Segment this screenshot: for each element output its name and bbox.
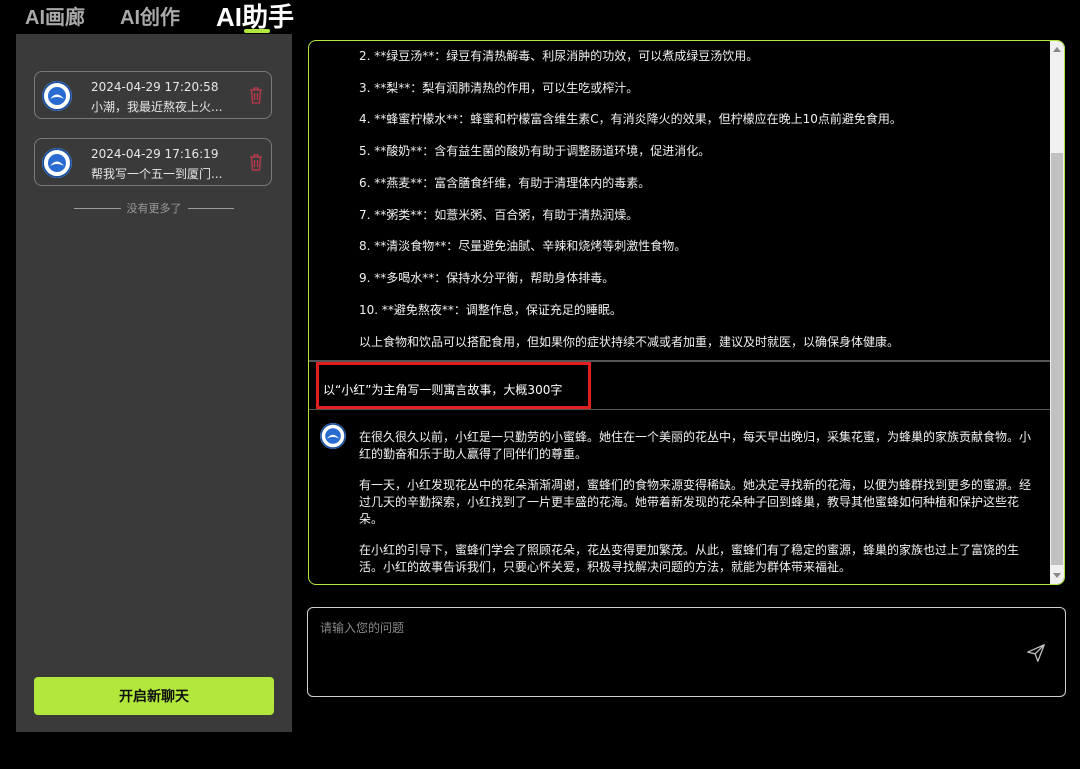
send-icon[interactable] — [1025, 642, 1047, 664]
paragraph: 在小红的引导下，蜜蜂们学会了照顾花朵，花丛变得更加繁茂。从此，蜜蜂们有了稳定的蜜… — [359, 543, 1020, 574]
list-item: 10. **避免熬夜**：调整作息，保证充足的睡眠。 — [359, 303, 622, 317]
history-date: 2024-04-29 17:20:58 — [91, 80, 219, 94]
history-item[interactable]: 2024-04-29 17:20:58 小潮，我最近熬夜上火... — [34, 71, 272, 119]
list-item: 3. **梨**：梨有润肺清热的作用，可以生吃或榨汁。 — [359, 81, 639, 95]
scrollbar-thumb[interactable] — [1051, 153, 1063, 565]
scrollbar[interactable] — [1050, 41, 1064, 584]
input-placeholder: 请输入您的问题 — [320, 621, 405, 635]
chat-panel: 2. **绿豆汤**：绿豆有清热解毒、利尿消肿的功效，可以煮成绿豆汤饮用。 3.… — [308, 40, 1065, 585]
paragraph: 在很久很久以前，小红是一只勤劳的小蜜蜂。她住在一个美丽的花丛中，每天早出晚归，采… — [359, 430, 1032, 461]
list-item: 4. **蜂蜜柠檬水**：蜂蜜和柠檬富含维生素C，有消炎降火的效果，但柠檬应在晚… — [359, 112, 902, 126]
list-item: 8. **清淡食物**：尽量避免油腻、辛辣和烧烤等刺激性食物。 — [359, 239, 687, 253]
question-input[interactable]: 请输入您的问题 — [307, 607, 1066, 697]
list-item: 以上食物和饮品可以搭配食用，但如果你的症状持续不减或者加重，建议及时就医，以确保… — [359, 335, 900, 349]
assistant-avatar — [42, 81, 72, 111]
history-title: 小潮，我最近熬夜上火... — [91, 100, 223, 114]
scroll-up-icon[interactable] — [1053, 47, 1061, 52]
new-chat-button[interactable]: 开启新聊天 — [34, 677, 274, 715]
tab-ai-create[interactable]: AI创作 — [120, 1, 180, 30]
list-item: 9. **多喝水**：保持水分平衡，帮助身体排毒。 — [359, 271, 615, 285]
delete-icon[interactable] — [249, 153, 263, 171]
delete-icon[interactable] — [249, 86, 263, 104]
chat-history-sidebar: 2024-04-29 17:20:58 小潮，我最近熬夜上火... 2024-0… — [16, 34, 292, 732]
message-divider — [309, 409, 1051, 410]
assistant-avatar — [42, 148, 72, 178]
highlight-box — [316, 362, 591, 409]
history-item[interactable]: 2024-04-29 17:16:19 帮我写一个五一到厦门... — [34, 138, 272, 186]
assistant-avatar — [320, 423, 346, 449]
history-date: 2024-04-29 17:16:19 — [91, 147, 219, 161]
scroll-down-icon[interactable] — [1053, 573, 1061, 578]
no-more-indicator: 没有更多了 — [74, 200, 234, 216]
list-item: 2. **绿豆汤**：绿豆有清热解毒、利尿消肿的功效，可以煮成绿豆汤饮用。 — [359, 49, 759, 63]
active-tab-indicator — [244, 29, 270, 33]
paragraph: 有一天，小红发现花丛中的花朵渐渐凋谢，蜜蜂们的食物来源变得稀缺。她决定寻找新的花… — [359, 478, 1032, 526]
list-item: 5. **酸奶**：含有益生菌的酸奶有助于调整肠道环境，促进消化。 — [359, 144, 711, 158]
list-item: 7. **粥类**：如薏米粥、百合粥，有助于清热润燥。 — [359, 208, 639, 222]
top-nav: AI画廊 AI创作 AI助手 — [0, 0, 1080, 34]
tab-ai-gallery[interactable]: AI画廊 — [25, 1, 85, 30]
history-title: 帮我写一个五一到厦门... — [91, 167, 223, 181]
list-item: 6. **燕麦**：富含膳食纤维，有助于清理体内的毒素。 — [359, 176, 651, 190]
ai-reply-message: 在很久很久以前，小红是一只勤劳的小蜜蜂。她住在一个美丽的花丛中，每天早出晚归，采… — [359, 429, 1032, 584]
